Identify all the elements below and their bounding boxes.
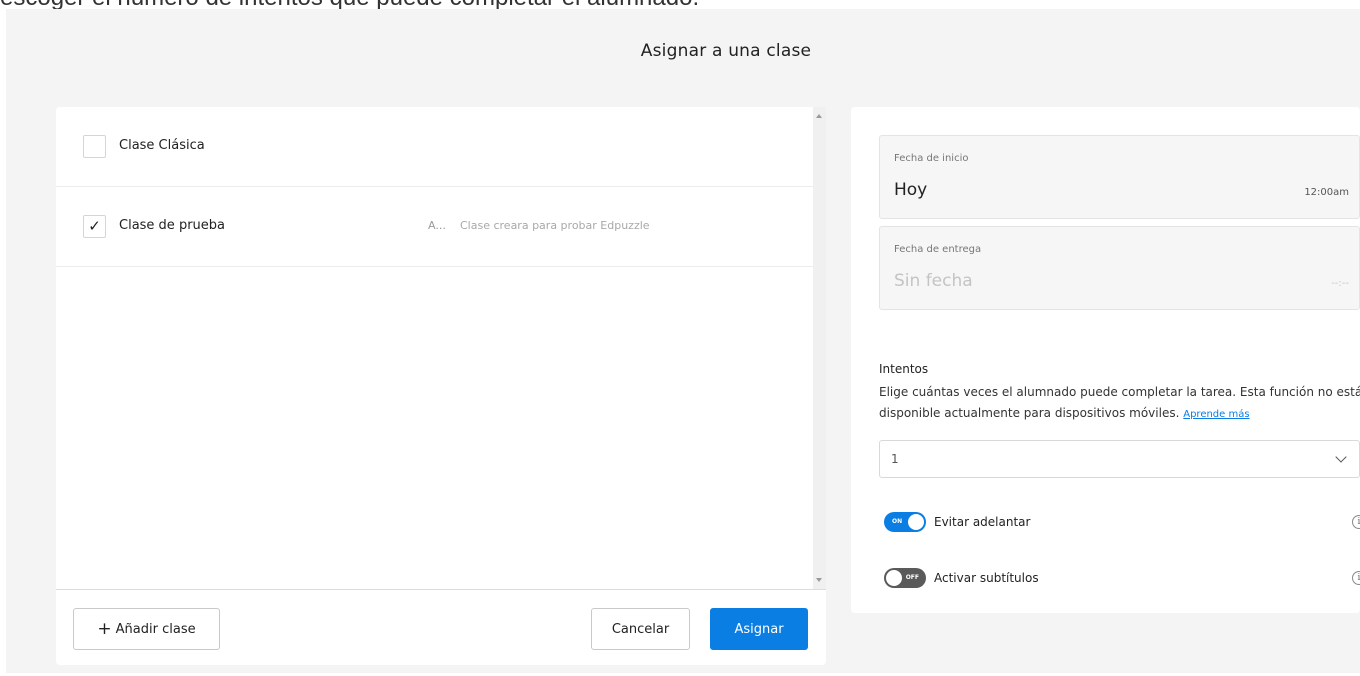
due-date-label: Fecha de entrega <box>894 244 982 255</box>
start-date-field[interactable]: Fecha de inicio Hoy 12:00am <box>879 135 1360 219</box>
toggle-state-text: ON <box>892 518 903 525</box>
due-time-value[interactable]: --:-- <box>1331 278 1349 289</box>
class-row-prueba[interactable]: ✓ Clase de prueba A... Clase creara para… <box>56 187 813 267</box>
start-date-value: Hoy <box>894 180 928 200</box>
prevent-skipping-toggle[interactable]: ON <box>884 512 926 532</box>
info-icon[interactable]: i <box>1352 571 1360 585</box>
add-class-label: Añadir clase <box>115 621 196 637</box>
scroll-down-icon[interactable] <box>816 578 822 582</box>
start-time-value[interactable]: 12:00am <box>1304 187 1349 198</box>
add-class-button[interactable]: + Añadir clase <box>73 608 220 650</box>
modal-title: Asignar a una clase <box>640 41 812 61</box>
attempts-select[interactable]: 1 <box>879 440 1360 478</box>
subtitles-label: Activar subtítulos <box>934 571 1039 585</box>
prevent-skipping-label: Evitar adelantar <box>934 515 1031 529</box>
modal-footer: + Añadir clase Cancelar Asignar <box>56 589 826 665</box>
class-list[interactable]: Clase Clásica ✓ Clase de prueba A... Cla… <box>56 107 813 589</box>
plus-icon: + <box>97 618 112 639</box>
learn-more-link[interactable]: Aprende más <box>1183 409 1249 420</box>
assign-class-modal: Asignar a una clase Clase Clásica ✓ Clas… <box>6 9 1360 673</box>
class-name: Clase Clásica <box>119 138 205 153</box>
class-code: A... <box>428 219 446 232</box>
class-name: Clase de prueba <box>119 218 225 233</box>
due-date-field[interactable]: Fecha de entrega Sin fecha --:-- <box>879 226 1360 310</box>
class-row-clasica[interactable]: Clase Clásica <box>56 107 813 187</box>
attempts-select-value: 1 <box>891 452 899 466</box>
due-date-value: Sin fecha <box>894 271 973 291</box>
attempts-title: Intentos <box>879 362 929 376</box>
attempts-description-text: Elige cuántas veces el alumnado puede co… <box>879 385 1360 420</box>
toggle-knob <box>908 514 924 530</box>
class-description: Clase creara para probar Edpuzzle <box>460 219 650 232</box>
class-checkbox[interactable] <box>83 135 106 158</box>
assignment-settings-panel: Fecha de inicio Hoy 12:00am Fecha de ent… <box>851 107 1360 613</box>
class-list-panel: Clase Clásica ✓ Clase de prueba A... Cla… <box>56 107 826 665</box>
class-checkbox-checked[interactable]: ✓ <box>83 215 106 238</box>
checkmark-icon: ✓ <box>88 217 101 235</box>
start-date-label: Fecha de inicio <box>894 153 969 164</box>
info-icon[interactable]: i <box>1352 515 1360 529</box>
toggle-state-text: OFF <box>905 574 919 581</box>
attempts-description: Elige cuántas veces el alumnado puede co… <box>879 382 1360 425</box>
cancel-button[interactable]: Cancelar <box>591 608 690 650</box>
chevron-down-icon <box>1335 451 1347 463</box>
assign-button[interactable]: Asignar <box>710 608 808 650</box>
class-list-scrollbar[interactable] <box>813 107 826 589</box>
subtitles-row: OFF Activar subtítulos i <box>879 568 1360 590</box>
toggle-knob <box>886 570 902 586</box>
subtitles-toggle[interactable]: OFF <box>884 568 926 588</box>
scroll-up-icon[interactable] <box>816 114 822 118</box>
prevent-skipping-row: ON Evitar adelantar i <box>879 512 1360 534</box>
